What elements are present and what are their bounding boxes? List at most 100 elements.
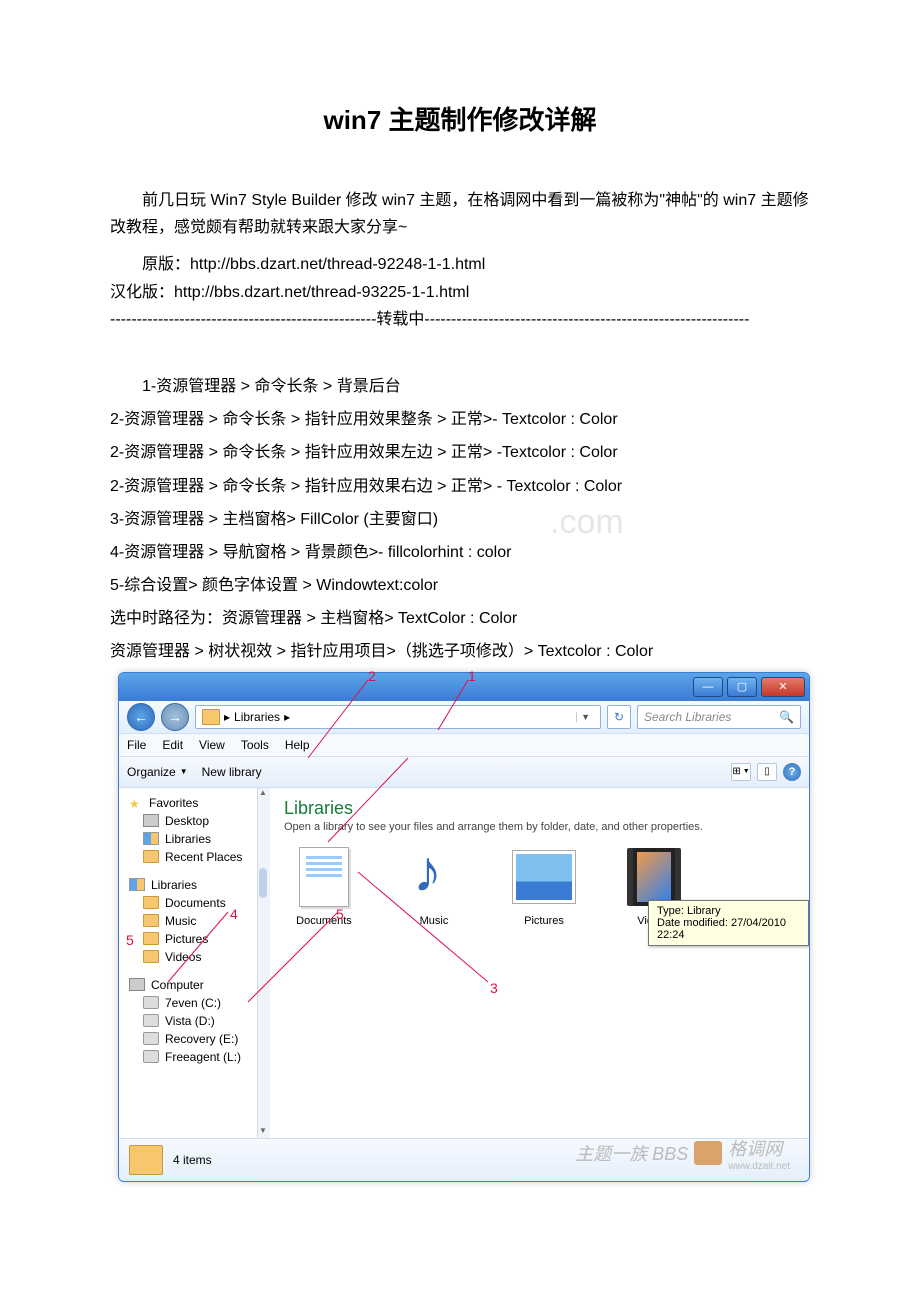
- sidebar-item-label: Libraries: [165, 832, 211, 846]
- back-button[interactable]: ←: [127, 703, 155, 731]
- forward-button[interactable]: →: [161, 703, 189, 731]
- chevron-down-icon: ▼: [180, 767, 188, 776]
- library-item-documents[interactable]: Documents: [284, 845, 364, 927]
- watermark-url: www.dzait.net: [728, 1161, 790, 1172]
- list-item-1: 1-资源管理器 > 命令长条 > 背景后台: [110, 373, 810, 400]
- item-label: Pictures: [524, 915, 564, 927]
- annotation-2: 2: [368, 668, 376, 684]
- address-dropdown-icon[interactable]: ▼: [576, 712, 594, 722]
- list-item-9: 资源管理器 > 树状视效 > 指针应用项目>（挑选子项修改）> Textcolo…: [110, 638, 810, 665]
- breadcrumb-root[interactable]: Libraries: [234, 710, 280, 724]
- sidebar-item-videos[interactable]: Videos: [119, 948, 267, 966]
- status-text: 4 items: [173, 1153, 212, 1167]
- sidebar-item-drive-l[interactable]: Freeagent (L:): [119, 1048, 267, 1066]
- watermark-text: 主题一族 BBS: [575, 1140, 688, 1166]
- refresh-button[interactable]: ↻: [607, 705, 631, 729]
- item-label: Music: [420, 915, 449, 927]
- library-item-music[interactable]: Music: [394, 845, 474, 927]
- scroll-down-icon[interactable]: ▼: [258, 1126, 268, 1138]
- sidebar-item-label: Music: [165, 914, 196, 928]
- sidebar-scrollbar[interactable]: ▲ ▼: [257, 788, 268, 1138]
- search-placeholder: Search Libraries: [644, 710, 731, 724]
- minimize-button[interactable]: —: [693, 677, 723, 697]
- list-item-6: 4-资源管理器 > 导航窗格 > 背景颜色>- fillcolorhint : …: [110, 539, 810, 566]
- sidebar-item-desktop[interactable]: Desktop: [119, 812, 267, 830]
- sidebar-item-drive-c[interactable]: 7even (C:): [119, 994, 267, 1012]
- menu-view[interactable]: View: [199, 738, 225, 752]
- sidebar-item-label: Desktop: [165, 814, 209, 828]
- maximize-button[interactable]: ▢: [727, 677, 757, 697]
- chinese-label: 汉化版：: [110, 284, 174, 301]
- desktop-icon: [143, 814, 159, 827]
- sidebar-libraries[interactable]: Libraries: [119, 876, 267, 894]
- tooltip: Type: Library Date modified: 27/04/2010 …: [648, 900, 809, 946]
- menubar: File Edit View Tools Help: [119, 733, 809, 757]
- sidebar-item-documents[interactable]: Documents: [119, 894, 267, 912]
- menu-edit[interactable]: Edit: [162, 738, 183, 752]
- explorer-window: — ▢ ✕ ← → ▸ Libraries ▸ ▼ ↻ Search Libra: [118, 672, 810, 1182]
- navbar: ← → ▸ Libraries ▸ ▼ ↻ Search Libraries 🔍: [119, 701, 809, 733]
- organize-button[interactable]: Organize ▼: [127, 765, 188, 779]
- music-icon: [413, 846, 455, 908]
- sidebar-item-drive-e[interactable]: Recovery (E:): [119, 1030, 267, 1048]
- list-item-2: 2-资源管理器 > 命令长条 > 指针应用效果整条 > 正常>- Textcol…: [110, 406, 810, 433]
- chinese-link-line: 汉化版：http://bbs.dzart.net/thread-93225-1-…: [110, 279, 810, 306]
- annotation-5: 5: [336, 906, 344, 922]
- annotation-4: 4: [230, 906, 238, 922]
- sidebar-item-recent[interactable]: Recent Places: [119, 848, 267, 866]
- pictures-icon: [143, 932, 159, 945]
- main-pane: Libraries Open a library to see your fil…: [268, 788, 809, 1138]
- libraries-label: Libraries: [151, 878, 197, 892]
- drive-icon: [143, 1050, 159, 1063]
- view-mode-button[interactable]: ⊞▼: [731, 763, 751, 781]
- list-item-8: 选中时路径为：资源管理器 > 主档窗格> TextColor : Color: [110, 605, 810, 632]
- original-label: 原版：: [142, 256, 190, 273]
- sidebar-item-music[interactable]: Music: [119, 912, 267, 930]
- annotation-3: 3: [490, 980, 498, 996]
- sidebar-item-libraries-fav[interactable]: Libraries: [119, 830, 267, 848]
- star-icon: ★: [129, 797, 143, 809]
- drive-icon: [143, 1014, 159, 1027]
- breadcrumb-sep: ▸: [224, 710, 230, 724]
- drive-icon: [143, 1032, 159, 1045]
- address-bar[interactable]: ▸ Libraries ▸ ▼: [195, 705, 601, 729]
- preview-pane-button[interactable]: ▯: [757, 763, 777, 781]
- divider-line: ----------------------------------------…: [110, 306, 810, 333]
- tooltip-modified: Date modified: 27/04/2010 22:24: [657, 917, 800, 941]
- chinese-url: http://bbs.dzart.net/thread-93225-1-1.ht…: [174, 284, 469, 301]
- list-item-7: 5-综合设置> 颜色字体设置 > Windowtext:color: [110, 572, 810, 599]
- sidebar-item-label: Vista (D:): [165, 1014, 215, 1028]
- scroll-up-icon[interactable]: ▲: [258, 788, 268, 800]
- toolbar: Organize ▼ New library ⊞▼ ▯ ?: [119, 757, 809, 788]
- help-icon[interactable]: ?: [783, 763, 801, 781]
- scrollbar-thumb[interactable]: [259, 868, 267, 898]
- sidebar-item-pictures[interactable]: Pictures: [119, 930, 267, 948]
- sidebar-item-label: Pictures: [165, 932, 208, 946]
- menu-file[interactable]: File: [127, 738, 146, 752]
- sidebar-item-label: Recent Places: [165, 850, 242, 864]
- menu-help[interactable]: Help: [285, 738, 310, 752]
- libraries-icon: [143, 832, 159, 845]
- library-item-pictures[interactable]: Pictures: [504, 845, 584, 927]
- computer-icon: [129, 978, 145, 991]
- watermark-bottom: 主题一族 BBS 格调网 www.dzait.net: [575, 1135, 790, 1172]
- list-item-4: 2-资源管理器 > 命令长条 > 指针应用效果右边 > 正常> - Textco…: [110, 473, 810, 500]
- favorites-label: Favorites: [149, 796, 198, 810]
- close-button[interactable]: ✕: [761, 677, 805, 697]
- folder-icon: [129, 1145, 163, 1175]
- main-desc: Open a library to see your files and arr…: [284, 821, 793, 833]
- original-link-line: 原版：http://bbs.dzart.net/thread-92248-1-1…: [110, 251, 810, 278]
- new-library-button[interactable]: New library: [202, 765, 262, 779]
- documents-icon: [299, 847, 349, 907]
- search-input[interactable]: Search Libraries 🔍: [637, 705, 801, 729]
- sidebar-item-label: Documents: [165, 896, 226, 910]
- music-icon: [143, 914, 159, 927]
- annotation-5b: 5: [126, 932, 134, 948]
- sidebar-favorites[interactable]: ★ Favorites: [119, 794, 267, 812]
- sidebar-computer[interactable]: Computer: [119, 976, 267, 994]
- sidebar-item-drive-d[interactable]: Vista (D:): [119, 1012, 267, 1030]
- sidebar-item-label: Videos: [165, 950, 201, 964]
- window-titlebar[interactable]: — ▢ ✕: [119, 673, 809, 701]
- navigation-pane: ▲ ▼ ★ Favorites Desktop Libraries Recent …: [119, 788, 268, 1138]
- menu-tools[interactable]: Tools: [241, 738, 269, 752]
